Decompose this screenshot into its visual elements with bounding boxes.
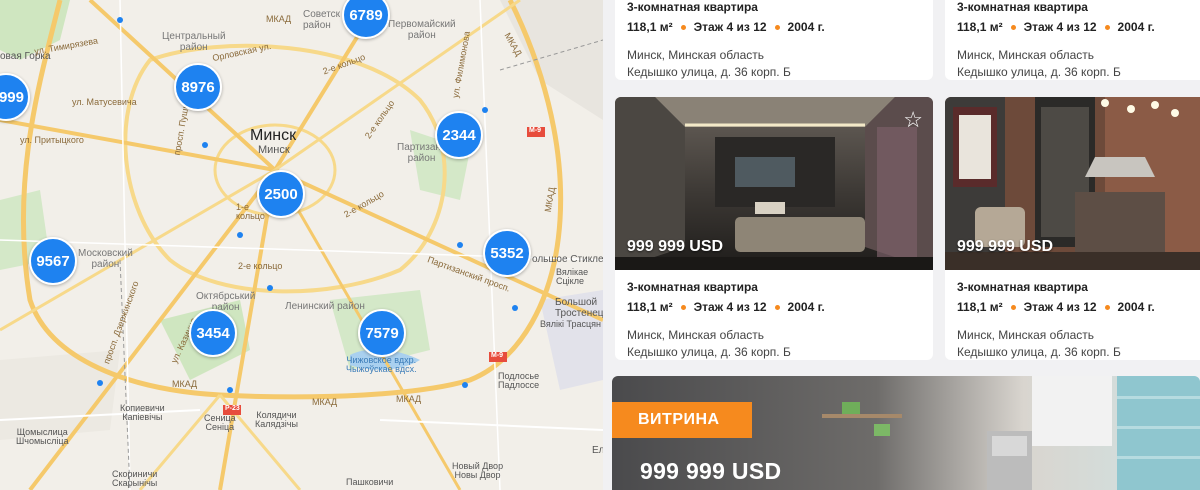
listing-price: 999 999 USD [957, 238, 1054, 255]
place-label-podlosye: Подлосье Падлоссе [498, 371, 540, 391]
listing-card[interactable]: 3-комнатная квартира 118,1 м² Этаж 4 из … [615, 0, 933, 80]
listing-street: Кедышко улица, д. 36 корп. Б [627, 65, 791, 79]
separator-dot [1104, 304, 1110, 310]
place-label-kopievichi: Копиевичи Капіевічы [120, 403, 165, 423]
listing-street: Кедышко улица, д. 36 корп. Б [957, 345, 1121, 359]
listing-year: 2004 г. [787, 20, 825, 34]
map-cluster-2344[interactable]: 2344 [435, 111, 483, 159]
listing-price: 999 999 USD [627, 238, 724, 255]
listing-area: 118,1 м² [957, 20, 1003, 34]
place-label-pashkovichi: Пашковичи [346, 477, 394, 487]
map-view[interactable]: Минск Минск Советск район Первомайский р… [0, 0, 603, 490]
listing-region: Минск, Минская область [627, 328, 765, 342]
road-label-ring2-low: 2-е кольцо [238, 261, 283, 271]
map-cluster-2500[interactable]: 2500 [257, 170, 305, 218]
listing-area: 118,1 м² [957, 300, 1003, 314]
listing-info: 3-комнатная квартира 118,1 м² Этаж 4 из … [957, 280, 1155, 360]
listing-year: 2004 г. [1117, 20, 1155, 34]
separator-dot [1010, 304, 1016, 310]
place-label-senica: Сеница Сеніца [204, 413, 236, 433]
district-label-pervomaisky: Первомайский район [388, 19, 456, 41]
separator-dot [680, 304, 686, 310]
listing-title: 3-комнатная квартира [957, 280, 1088, 294]
listing-region: Минск, Минская область [627, 48, 765, 62]
listing-address: Минск, Минская область Кедышко улица, д.… [957, 327, 1155, 360]
separator-dot [1010, 24, 1016, 30]
district-label-leninsky: Ленинский район [285, 301, 365, 312]
listing-title: 3-комнатная квартира [957, 0, 1088, 14]
listing-specs: 118,1 м² Этаж 4 из 12 2004 г. [627, 20, 825, 34]
city-sub-label: Минск [258, 144, 290, 156]
listing-card[interactable]: 3-комнатная квартира 118,1 м² Этаж 4 из … [945, 0, 1200, 80]
separator-dot [774, 304, 780, 310]
listing-street: Кедышко улица, д. 36 корп. Б [627, 345, 791, 359]
place-label-bolshoe-stiklevo: ольшое Стикле [532, 254, 603, 265]
street-label-pritytskogo: ул. Притыцкого [20, 135, 84, 145]
separator-dot [680, 24, 686, 30]
listing-card[interactable]: 999 999 USD 3-комнатная квартира 118,1 м… [945, 97, 1200, 360]
listing-address: Минск, Минская область Кедышко улица, д.… [627, 327, 825, 360]
road-shield-m9-a: М-9 [529, 127, 542, 134]
city-label: Минск [250, 127, 297, 144]
map-cluster-8976[interactable]: 8976 [174, 63, 222, 111]
listing-floor: Этаж 4 из 12 [1023, 20, 1097, 34]
map-cluster-7579[interactable]: 7579 [358, 309, 406, 357]
showcase-banner[interactable]: ВИТРИНА 999 999 USD [612, 376, 1200, 490]
listing-area: 118,1 м² [627, 20, 673, 34]
road-shield-r23: Р-23 [225, 405, 240, 412]
listing-info: 3-комнатная квартира 118,1 м² Этаж 4 из … [627, 0, 825, 80]
showcase-badge: ВИТРИНА [612, 402, 752, 438]
district-label-centralny: Центральный район [162, 31, 226, 53]
listing-area: 118,1 м² [627, 300, 673, 314]
listing-info: 3-комнатная квартира 118,1 м² Этаж 4 из … [627, 280, 825, 360]
road-label-mkad-bottom3: МКАД [396, 394, 422, 404]
separator-dot [774, 24, 780, 30]
listing-year: 2004 г. [787, 300, 825, 314]
listing-title: 3-комнатная квартира [627, 280, 758, 294]
listing-specs: 118,1 м² Этаж 4 из 12 2004 г. [957, 20, 1155, 34]
road-label-mkad-bottom2: МКАД [312, 397, 338, 407]
map-cluster-9567[interactable]: 9567 [29, 237, 77, 285]
listing-address: Минск, Минская область Кедышко улица, д.… [627, 47, 825, 80]
favorite-star-icon[interactable]: ☆ [903, 109, 923, 131]
place-label-bolshoy-trostenets: Большой Тростенец [555, 297, 603, 319]
place-label-shomyslitsa: Щомыслица Шчомысліца [16, 427, 69, 447]
road-label-mkad-bottom1: МКАД [172, 379, 198, 389]
listing-floor: Этаж 4 из 12 [693, 300, 767, 314]
listing-specs: 118,1 м² Этаж 4 из 12 2004 г. [957, 300, 1155, 314]
road-shield-m9-b: М-9 [491, 352, 504, 359]
street-label-matusevicha: ул. Матусевича [72, 97, 137, 107]
road-label-mkad-top: МКАД [266, 14, 292, 24]
place-label-kolyadichi: Колядичи Калядзічы [255, 410, 298, 430]
listing-info: 3-комнатная квартира 118,1 м² Этаж 4 из … [957, 0, 1155, 80]
listing-street: Кедышко улица, д. 36 корп. Б [957, 65, 1121, 79]
listing-title: 3-комнатная квартира [627, 0, 758, 14]
place-label-vyalikae: Вялікае Сцікле [556, 267, 589, 287]
place-label-novy-dvor: Новый Двор Новы Двор [452, 461, 504, 481]
listing-floor: Этаж 4 из 12 [693, 20, 767, 34]
map-cluster-5352[interactable]: 5352 [483, 229, 531, 277]
separator-dot [1104, 24, 1110, 30]
place-label-el: Ел [592, 445, 603, 456]
listing-card[interactable]: ☆ 999 999 USD 3-комнатная квартира 118,1… [615, 97, 933, 360]
district-label-sovetsky: Советск район [303, 9, 341, 31]
district-label-moskovsky: Московский район [78, 248, 133, 270]
water-label-chizhovskoe: Чижовское вдхр. Чыжоўскае вдсх. [346, 355, 417, 375]
listing-address: Минск, Минская область Кедышко улица, д.… [957, 47, 1155, 80]
place-label-skorinichi: Скориничи Скарынічы [112, 469, 158, 489]
listing-specs: 118,1 м² Этаж 4 из 12 2004 г. [627, 300, 825, 314]
listing-region: Минск, Минская область [957, 48, 1095, 62]
place-label-vyaliki-trost: Вялікі Трасцян [540, 319, 601, 329]
listing-floor: Этаж 4 из 12 [1023, 300, 1097, 314]
showcase-price: 999 999 USD [640, 458, 782, 484]
listing-year: 2004 г. [1117, 300, 1155, 314]
listing-region: Минск, Минская область [957, 328, 1095, 342]
map-cluster-3454[interactable]: 3454 [189, 309, 237, 357]
